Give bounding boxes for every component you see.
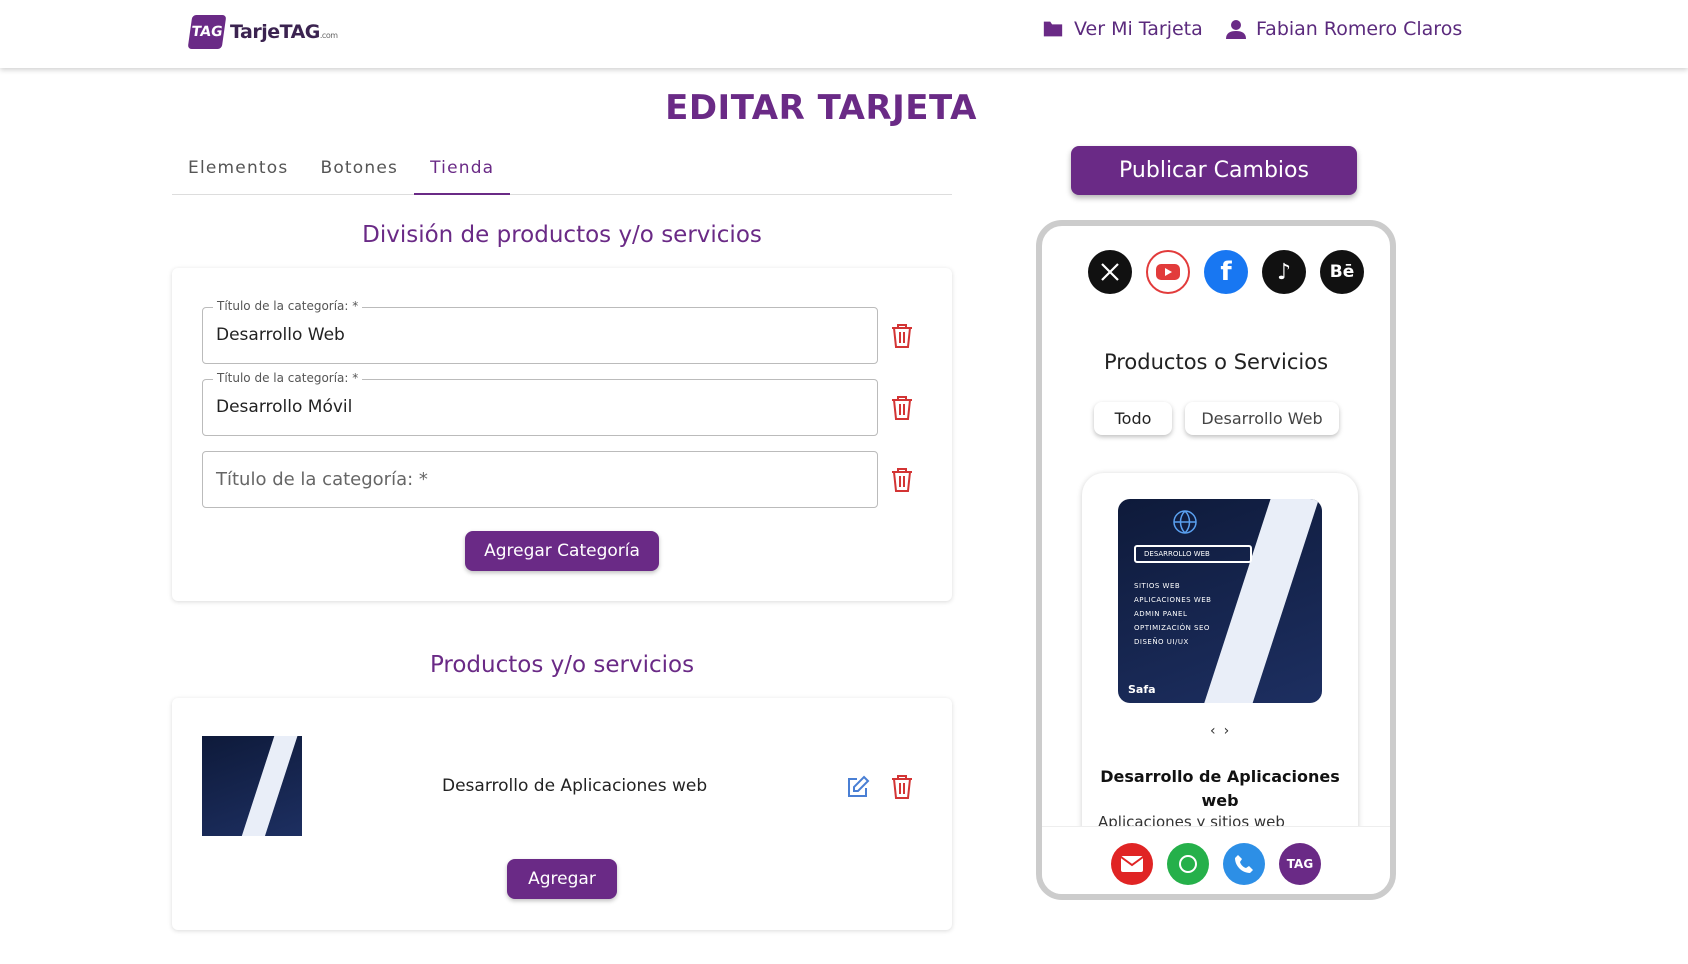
delete-category-1-icon[interactable]: [890, 323, 914, 349]
whatsapp-icon[interactable]: [1167, 842, 1209, 885]
category-field-1-label: Título de la categoría: *: [213, 299, 363, 313]
category-field-1[interactable]: Título de la categoría: * Desarrollo Web: [202, 299, 878, 364]
globe-icon: [1173, 510, 1197, 534]
nav-user-name: Fabian Romero Claros: [1256, 18, 1463, 40]
division-section-title: División de productos y/o servicios: [362, 222, 762, 248]
preview-product-title: Desarrollo de Aplicaciones web: [1100, 767, 1340, 810]
facebook-icon[interactable]: f: [1204, 250, 1248, 294]
products-card: Desarrollo de Aplicaciones web Agregar: [172, 698, 952, 930]
preview-product-card[interactable]: DESARROLLO WEB SITIOS WEB APLICACIONES W…: [1082, 473, 1358, 853]
product-image: DESARROLLO WEB SITIOS WEB APLICACIONES W…: [1118, 499, 1322, 703]
category-field-2-label: Título de la categoría: *: [213, 371, 363, 385]
card-preview-phone: f ♪ Bē Productos o Servicios Todo Desarr…: [1036, 220, 1396, 900]
contact-dock: TAG: [1042, 826, 1390, 894]
user-icon: [1226, 20, 1246, 39]
tiktok-icon[interactable]: ♪: [1262, 250, 1306, 294]
product-image-list: SITIOS WEB APLICACIONES WEB ADMIN PANEL …: [1134, 582, 1212, 646]
behance-icon[interactable]: Bē: [1320, 250, 1364, 294]
delete-category-2-icon[interactable]: [890, 395, 914, 421]
product-image-brand: Safa: [1128, 683, 1156, 696]
category-field-3[interactable]: Título de la categoría: *: [202, 451, 878, 508]
nav-user-profile[interactable]: Fabian Romero Claros: [1226, 18, 1462, 40]
products-section-title: Productos y/o servicios: [429, 652, 695, 678]
nav-ver-mi-tarjeta[interactable]: Ver Mi Tarjeta: [1042, 18, 1203, 40]
x-icon[interactable]: [1088, 250, 1132, 294]
category-field-3-placeholder: Título de la categoría: *: [216, 469, 428, 490]
product-image-search-label: DESARROLLO WEB: [1134, 545, 1252, 563]
tab-tienda[interactable]: Tienda: [414, 150, 511, 195]
edit-product-icon[interactable]: [846, 775, 870, 799]
filter-chip-desarrollo-web[interactable]: Desarrollo Web: [1185, 402, 1339, 435]
category-field-2-value: Desarrollo Móvil: [216, 397, 353, 417]
folder-icon: [1043, 21, 1063, 37]
division-card: Título de la categoría: * Desarrollo Web…: [172, 268, 952, 601]
add-product-button[interactable]: Agregar: [507, 859, 617, 899]
category-field-1-value: Desarrollo Web: [216, 325, 345, 345]
nav-ver-mi-tarjeta-label: Ver Mi Tarjeta: [1074, 18, 1203, 40]
add-category-button[interactable]: Agregar Categoría: [465, 531, 659, 571]
youtube-icon[interactable]: [1146, 250, 1190, 294]
phone-icon[interactable]: [1223, 842, 1265, 885]
tarjetag-logo[interactable]: TAG TarjeTAG.com: [187, 15, 338, 49]
category-field-2[interactable]: Título de la categoría: * Desarrollo Móv…: [202, 371, 878, 436]
tab-botones[interactable]: Botones: [304, 150, 414, 195]
filter-chip-todo[interactable]: Todo: [1094, 402, 1172, 435]
preview-products-title: Productos o Servicios: [1103, 350, 1329, 374]
carousel-arrows[interactable]: ‹›: [1210, 723, 1237, 739]
logo-mark: TAG: [187, 15, 227, 49]
editor-tabs: Elementos Botones Tienda: [172, 150, 952, 195]
tag-logo-icon[interactable]: TAG: [1279, 842, 1321, 885]
product-thumbnail: [202, 736, 302, 836]
email-icon[interactable]: [1111, 842, 1153, 885]
logo-text: TarjeTAG.com: [230, 21, 338, 43]
delete-category-3-icon[interactable]: [890, 467, 914, 493]
page-title: EDITAR TARJETA: [665, 88, 977, 128]
tab-elementos[interactable]: Elementos: [172, 150, 304, 195]
publish-changes-button[interactable]: Publicar Cambios: [1071, 146, 1357, 195]
product-name: Desarrollo de Aplicaciones web: [442, 776, 708, 796]
social-icons-row: f ♪ Bē: [1088, 250, 1364, 294]
delete-product-icon[interactable]: [890, 774, 914, 800]
top-navbar: TAG TarjeTAG.com Ver Mi Tarjeta Fabian R…: [0, 0, 1688, 68]
